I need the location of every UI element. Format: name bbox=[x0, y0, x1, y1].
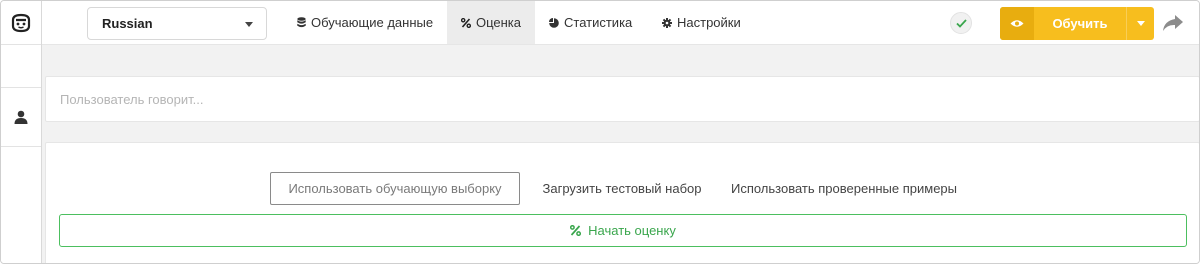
tab-statistics-label: Статистика bbox=[564, 15, 633, 30]
percent-icon bbox=[461, 17, 471, 28]
start-evaluation-button[interactable]: Начать оценку bbox=[59, 214, 1187, 247]
utterance-card bbox=[45, 76, 1199, 122]
main-content: Использовать обучающую выборку Загрузить… bbox=[42, 45, 1199, 263]
tab-use-verified-examples-label: Использовать проверенные примеры bbox=[730, 181, 958, 196]
logo-button[interactable] bbox=[1, 1, 41, 45]
train-button[interactable]: Обучить bbox=[1034, 7, 1126, 40]
tab-training-data-label: Обучающие данные bbox=[311, 15, 434, 30]
left-rail bbox=[1, 1, 42, 263]
tab-upload-test-set-label: Загрузить тестовый набор bbox=[542, 181, 702, 196]
user-menu-button[interactable] bbox=[1, 87, 41, 147]
tab-use-training-set[interactable]: Использовать обучающую выборку bbox=[270, 172, 520, 205]
top-bar: Russian Обучающие данные Оценка Статисти… bbox=[42, 1, 1199, 45]
tab-upload-test-set[interactable]: Загрузить тестовый набор bbox=[528, 172, 716, 205]
tab-use-training-set-label: Использовать обучающую выборку bbox=[288, 181, 502, 196]
eye-icon bbox=[1010, 20, 1024, 27]
percent-icon bbox=[570, 225, 582, 236]
bot-face-icon bbox=[11, 13, 31, 32]
check-icon bbox=[955, 18, 967, 28]
tab-statistics[interactable]: Статистика bbox=[535, 1, 646, 44]
tab-settings[interactable]: Настройки bbox=[648, 1, 755, 44]
status-badge bbox=[950, 12, 972, 34]
share-button[interactable] bbox=[1160, 11, 1186, 35]
chevron-down-icon bbox=[245, 22, 253, 27]
user-icon bbox=[14, 110, 28, 124]
tab-use-verified-examples[interactable]: Использовать проверенные примеры bbox=[724, 172, 964, 205]
preview-button[interactable] bbox=[1000, 7, 1034, 40]
tab-settings-label: Настройки bbox=[677, 15, 741, 30]
chevron-down-icon bbox=[1136, 21, 1145, 26]
train-button-group: Обучить bbox=[1000, 7, 1154, 40]
language-select-value: Russian bbox=[102, 16, 153, 31]
evaluation-card: Использовать обучающую выборку Загрузить… bbox=[45, 142, 1199, 263]
database-icon bbox=[297, 17, 306, 28]
share-arrow-icon bbox=[1163, 15, 1183, 31]
language-select[interactable]: Russian bbox=[87, 7, 267, 40]
tab-training-data[interactable]: Обучающие данные bbox=[283, 1, 447, 44]
tab-evaluation[interactable]: Оценка bbox=[447, 1, 535, 44]
app-window: Russian Обучающие данные Оценка Статисти… bbox=[0, 0, 1200, 264]
user-says-input[interactable] bbox=[46, 77, 1199, 121]
gear-icon bbox=[662, 17, 672, 28]
start-evaluation-label: Начать оценку bbox=[588, 223, 676, 238]
train-options-button[interactable] bbox=[1126, 7, 1154, 40]
tab-evaluation-label: Оценка bbox=[475, 15, 521, 30]
pie-chart-icon bbox=[549, 17, 559, 28]
